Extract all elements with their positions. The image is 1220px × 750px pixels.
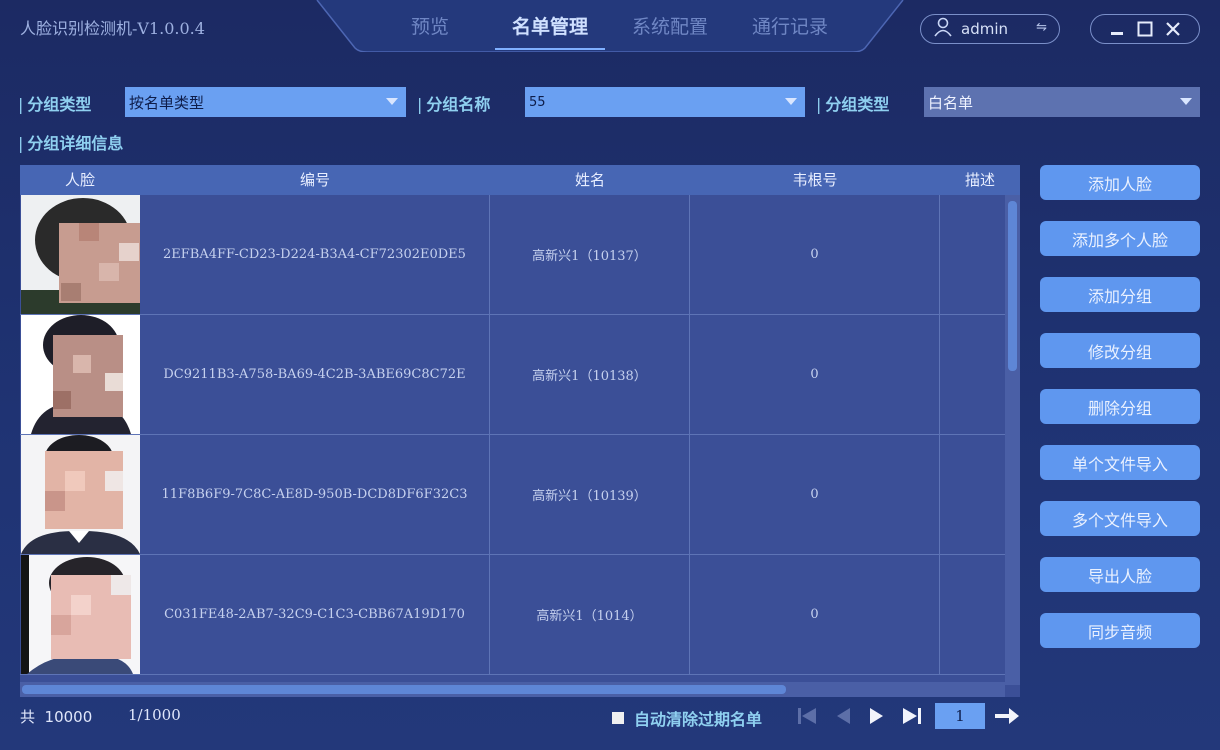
sync-audio-button[interactable]: 同步音频 (1040, 613, 1200, 648)
add-multiple-faces-button[interactable]: 添加多个人脸 (1040, 221, 1200, 256)
tab-preview[interactable]: 预览 (375, 12, 485, 39)
cell-wiegand: 0 (690, 435, 940, 554)
cell-name: 高新兴1（10139） (490, 435, 690, 554)
face-thumbnail (20, 435, 140, 554)
import-single-file-button[interactable]: 单个文件导入 (1040, 445, 1200, 480)
cell-name: 高新兴1（10137） (490, 195, 690, 314)
vertical-scrollbar[interactable] (1005, 195, 1020, 685)
cell-id: 2EFBA4FF-CD23-D224-B3A4-CF72302E0DE5 (140, 195, 490, 314)
page-number-input[interactable]: 1 (935, 703, 985, 729)
table-header: 人脸 编号 姓名 韦根号 描述 (20, 165, 1020, 195)
previous-page-icon[interactable] (830, 704, 856, 728)
face-thumbnail (20, 195, 140, 314)
group-name-label: 分组名称 (417, 91, 490, 115)
group-name-value: 55 (529, 94, 546, 110)
last-page-icon[interactable] (899, 704, 925, 728)
cell-wiegand: 0 (690, 555, 940, 674)
tab-list-management[interactable]: 名单管理 (495, 12, 605, 39)
group-type-label: 分组类型 (18, 91, 91, 115)
cell-id: DC9211B3-A758-BA69-4C2B-3ABE69C8C72E (140, 315, 490, 434)
window-controls (1090, 14, 1200, 44)
table-row[interactable]: 2EFBA4FF-CD23-D224-B3A4-CF72302E0DE5 高新兴… (20, 195, 1005, 315)
total-count: 共 10000 (20, 708, 93, 726)
user-menu[interactable]: admin ⇋ (920, 14, 1060, 44)
add-face-button[interactable]: 添加人脸 (1040, 165, 1200, 200)
username: admin (961, 20, 1008, 38)
cell-desc (940, 555, 1005, 674)
auto-clear-checkbox[interactable] (612, 712, 624, 724)
auto-clear-expired-toggle[interactable]: 自动清除过期名单 (612, 706, 762, 730)
table-row[interactable]: DC9211B3-A758-BA69-4C2B-3ABE69C8C72E 高新兴… (20, 315, 1005, 435)
face-thumbnail (20, 315, 140, 434)
page-info: 1/1000 (128, 706, 181, 724)
header-name[interactable]: 姓名 (490, 165, 690, 195)
list-type-select[interactable]: 白名单 (924, 87, 1200, 117)
minimize-icon[interactable] (1108, 20, 1126, 38)
tab-access-records[interactable]: 通行记录 (735, 12, 845, 39)
header-desc[interactable]: 描述 (940, 165, 1020, 195)
table-row[interactable]: 11F8B6F9-7C8C-AE8D-950B-DCD8DF6F32C3 高新兴… (20, 435, 1005, 555)
list-type-label: 分组类型 (816, 91, 889, 115)
vertical-scrollbar-thumb[interactable] (1008, 201, 1017, 371)
main-nav: 预览 名单管理 系统配置 通行记录 (315, 0, 905, 52)
list-type-value: 白名单 (928, 93, 974, 112)
face-list-table: 人脸 编号 姓名 韦根号 描述 2EFBA4FF-CD23-D224-B3A4-… (20, 165, 1020, 697)
group-type-value: 按名单类型 (129, 93, 205, 112)
first-page-icon[interactable] (794, 704, 820, 728)
cell-wiegand: 0 (690, 195, 940, 314)
group-detail-label: 分组详细信息 (18, 130, 123, 154)
maximize-icon[interactable] (1136, 20, 1154, 38)
group-type-select[interactable]: 按名单类型 (125, 87, 406, 117)
import-multiple-files-button[interactable]: 多个文件导入 (1040, 501, 1200, 536)
horizontal-scrollbar-thumb[interactable] (22, 685, 786, 694)
cell-id: 11F8B6F9-7C8C-AE8D-950B-DCD8DF6F32C3 (140, 435, 490, 554)
cell-desc (940, 315, 1005, 434)
cell-desc (940, 435, 1005, 554)
active-tab-indicator (495, 48, 605, 50)
tab-system-config[interactable]: 系统配置 (615, 12, 725, 39)
cell-name: 高新兴1（10138） (490, 315, 690, 434)
go-arrow-icon[interactable] (994, 704, 1020, 728)
edit-group-button[interactable]: 修改分组 (1040, 333, 1200, 368)
auto-clear-label: 自动清除过期名单 (634, 710, 763, 729)
close-icon[interactable] (1164, 20, 1182, 38)
table-body: 2EFBA4FF-CD23-D224-B3A4-CF72302E0DE5 高新兴… (20, 195, 1005, 675)
add-group-button[interactable]: 添加分组 (1040, 277, 1200, 312)
face-thumbnail (20, 555, 140, 674)
app-title: 人脸识别检测机-V1.0.0.4 (20, 19, 205, 38)
horizontal-scrollbar[interactable] (20, 682, 1005, 697)
next-page-icon[interactable] (864, 704, 890, 728)
header-face[interactable]: 人脸 (20, 165, 140, 195)
chevron-down-icon (386, 98, 398, 105)
chevron-down-icon (785, 98, 797, 105)
cell-wiegand: 0 (690, 315, 940, 434)
user-icon (933, 17, 953, 41)
group-name-select[interactable]: 55 (525, 87, 805, 117)
export-faces-button[interactable]: 导出人脸 (1040, 557, 1200, 592)
table-row[interactable]: C031FE48-2AB7-32C9-C1C3-CBB67A19D170 高新兴… (20, 555, 1005, 675)
cell-name: 高新兴1（1014） (490, 555, 690, 674)
switch-user-icon[interactable]: ⇋ (1036, 20, 1047, 35)
header-wiegand[interactable]: 韦根号 (690, 165, 940, 195)
chevron-down-icon (1180, 98, 1192, 105)
cell-id: C031FE48-2AB7-32C9-C1C3-CBB67A19D170 (140, 555, 490, 674)
header-id[interactable]: 编号 (140, 165, 490, 195)
cell-desc (940, 195, 1005, 314)
delete-group-button[interactable]: 删除分组 (1040, 389, 1200, 424)
